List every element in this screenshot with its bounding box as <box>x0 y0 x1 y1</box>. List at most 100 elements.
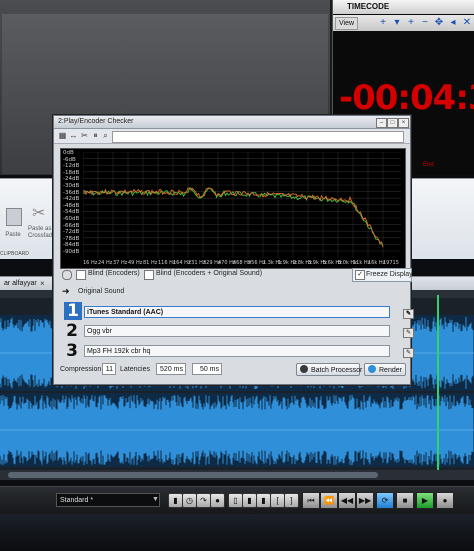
latency-input-1[interactable]: 520 ms <box>156 363 186 375</box>
y-tick-label: -42dB <box>63 196 80 203</box>
x-tick-label: 19715 <box>383 260 399 266</box>
scrollbar-thumb[interactable] <box>8 472 378 478</box>
loop-start-icon[interactable]: [ <box>270 493 285 508</box>
timecode-display: -00:04:3 <box>339 78 474 118</box>
maximize-icon[interactable]: □ <box>387 118 398 128</box>
play-icon[interactable]: ▶ <box>416 492 434 509</box>
render-icon <box>368 365 376 373</box>
edit-icon[interactable]: ✎ <box>403 328 414 338</box>
chevron-down-icon[interactable]: ▼ <box>151 493 160 507</box>
clock-icon[interactable]: ◷ <box>182 493 197 508</box>
loop-end-icon[interactable]: ] <box>284 493 299 508</box>
y-tick-label: -18dB <box>63 169 80 176</box>
blind-encoders-checkbox[interactable] <box>76 270 86 280</box>
add-icon[interactable]: + <box>405 17 417 29</box>
y-tick-label: -60dB <box>63 216 80 222</box>
close-icon[interactable]: × <box>398 118 409 128</box>
encoder-select[interactable]: Mp3 FH 192k cbr hq ✎ <box>84 345 414 358</box>
dialog-toolbar: ▦ ↔ ✂ ⏸ ⌕ <box>54 129 410 144</box>
timecode-view-button[interactable]: View <box>335 17 359 30</box>
radio-icon[interactable] <box>62 270 72 280</box>
encoder-select[interactable]: Ogg vbr ✎ <box>84 325 414 338</box>
render-button[interactable]: Render <box>364 363 406 376</box>
freeze-display-checkbox[interactable]: ✓ <box>355 270 365 280</box>
dialog-titlebar[interactable]: 2:Play/Encoder Checker – □ × <box>54 116 410 129</box>
y-tick-label: -78dB <box>63 235 80 242</box>
timecode-header: TIMECODE <box>333 0 474 14</box>
paste-icon[interactable] <box>6 208 22 226</box>
y-tick-label: -12dB <box>63 163 80 170</box>
encoder-number[interactable]: 1 <box>64 302 82 320</box>
encoder-select[interactable]: iTunes Standard (AAC) ✎ <box>84 306 414 319</box>
fast-forward-icon[interactable]: ▶▶ <box>356 492 374 509</box>
preset-select[interactable]: Standard * <box>56 493 160 507</box>
dialog-title: 2:Play/Encoder Checker <box>58 118 134 125</box>
y-tick-label: -24dB <box>63 176 80 183</box>
original-sound-label: Original Sound <box>78 288 125 295</box>
scissors-icon[interactable]: ✂ <box>80 131 89 141</box>
record-icon[interactable]: ● <box>436 492 454 509</box>
rewind-icon[interactable]: ◀◀ <box>338 492 356 509</box>
cut-icon[interactable]: ✂ <box>32 206 46 222</box>
batch-processor-button[interactable]: Batch Processor <box>296 363 362 376</box>
previous-marker-icon[interactable]: ⏪ <box>320 492 338 509</box>
spectrum-analyzer: 0dB -6dB -12dB -18dB -24dB -30dB -36dB -42dB -48… <box>60 148 406 269</box>
timecode-toolbar: View + ▾ + − ✥ ◂ ✕ <box>333 15 474 31</box>
arrow-icon[interactable]: ↔ <box>69 131 78 141</box>
encoder-name: Mp3 FH 192k cbr hq <box>87 348 151 355</box>
y-tick-label: -72dB <box>63 229 80 236</box>
compression-input[interactable]: 11 <box>102 363 116 375</box>
move-icon[interactable]: ✥ <box>433 17 445 29</box>
minimize-icon[interactable]: – <box>376 118 387 128</box>
settings-icon[interactable]: ▦ <box>58 131 67 141</box>
paste-as-crossfade-button[interactable]: Paste as Crossfade <box>28 226 55 240</box>
y-tick-label: -48dB <box>63 202 80 209</box>
pause-icon[interactable]: ⏸ <box>91 131 100 141</box>
paste-button[interactable]: Paste <box>2 232 24 238</box>
x-tick-label: 16 Hz <box>83 260 98 266</box>
y-tick-label: -6dB <box>63 156 76 163</box>
render-label: Render <box>379 367 402 374</box>
edit-icon[interactable]: ✎ <box>403 348 414 358</box>
spectrum-graph <box>83 152 401 258</box>
stop-icon[interactable]: ■ <box>396 492 414 509</box>
options-row: Blind (Encoders) Blind (Encoders + Origi… <box>60 268 413 282</box>
dialog-input[interactable] <box>112 131 404 143</box>
encoder-number[interactable]: 3 <box>64 341 80 361</box>
compression-label: Compression <box>60 366 102 373</box>
y-tick-label: 0dB <box>63 150 74 156</box>
encoder-name: Ogg vbr <box>87 328 112 335</box>
snap-icon[interactable]: ▮ <box>168 493 183 508</box>
latency-input-2[interactable]: 50 ms <box>192 363 222 375</box>
freeze-display-toggle[interactable]: ✓ Freeze Display <box>352 268 413 282</box>
y-tick-label: -36dB <box>63 189 80 196</box>
close-icon[interactable]: ✕ <box>461 17 473 29</box>
remove-icon[interactable]: − <box>419 17 431 29</box>
arrow-down-icon[interactable]: ▾ <box>391 17 403 29</box>
marker-next-icon[interactable]: ▮ <box>256 493 271 508</box>
y-tick-label: -66dB <box>63 222 80 229</box>
arrow-right-icon: ➜ <box>62 286 70 296</box>
encoder-number[interactable]: 2 <box>64 321 80 341</box>
waveform-right[interactable] <box>0 393 474 467</box>
blind-encoders-original-checkbox[interactable] <box>144 270 154 280</box>
crossfade-icon[interactable]: ↷ <box>196 493 211 508</box>
marker-icon[interactable]: ▯ <box>228 493 243 508</box>
blind-encoders-label: Blind (Encoders) <box>88 270 140 277</box>
search-icon[interactable]: ⌕ <box>101 131 110 141</box>
taskbar <box>0 514 474 551</box>
encoder-row-2: 2 Ogg vbr ✎ <box>60 321 414 341</box>
timecode-title: TIMECODE <box>347 2 390 11</box>
go-to-start-icon[interactable]: ⏮ <box>302 492 320 509</box>
track-name[interactable]: ar alfayyar <box>4 280 37 287</box>
close-icon[interactable]: × <box>40 279 45 288</box>
marker-prev-icon[interactable]: ▮ <box>242 493 257 508</box>
playhead[interactable] <box>437 295 439 470</box>
batch-icon <box>300 365 308 373</box>
clipboard-group-label: CLIPBOARD <box>0 251 29 257</box>
arrow-left-icon[interactable]: ◂ <box>447 17 459 29</box>
edit-icon[interactable]: ✎ <box>403 309 414 319</box>
add-icon[interactable]: + <box>377 17 389 29</box>
record-icon[interactable]: ● <box>210 493 225 508</box>
loop-icon[interactable]: ⟳ <box>376 492 394 509</box>
